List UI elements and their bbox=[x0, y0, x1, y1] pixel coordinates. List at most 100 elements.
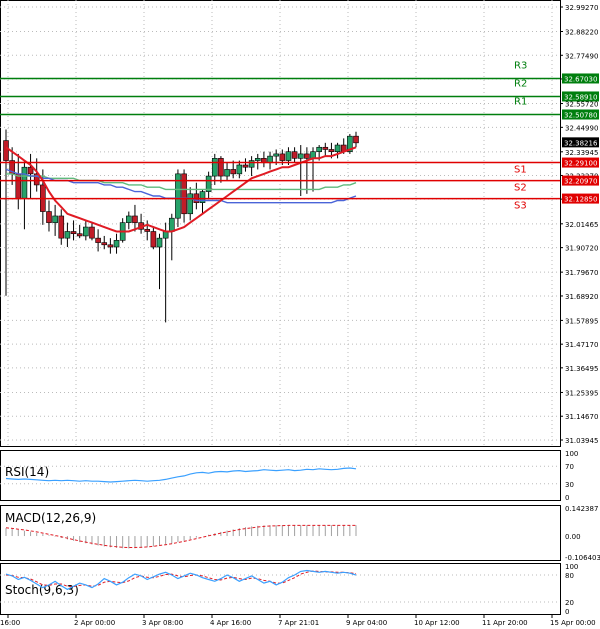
rsi-tick-label: 100 bbox=[565, 450, 578, 458]
candle bbox=[150, 231, 157, 248]
candle bbox=[267, 155, 273, 164]
level-price-label: 32.50780 bbox=[564, 111, 597, 119]
macd-tick-label: 0.142387 bbox=[565, 505, 598, 513]
x-tick-label: 2 Apr 00:00 bbox=[74, 619, 115, 627]
candle bbox=[95, 237, 101, 243]
y-tick-label: 31.25395 bbox=[565, 389, 598, 397]
x-tick-label: 11 Apr 20:00 bbox=[482, 619, 528, 627]
candle bbox=[297, 153, 304, 159]
price-axis: 32.9927032.8822032.7749032.6681032.55720… bbox=[560, 4, 599, 445]
candle bbox=[132, 215, 138, 223]
price-panel: R3 R2 R1 S1 S2 S3 bbox=[0, 0, 561, 447]
y-tick-label: 32.88220 bbox=[565, 28, 598, 36]
rsi-tick-label: 30 bbox=[565, 481, 574, 489]
candle bbox=[291, 151, 298, 159]
candle bbox=[334, 144, 341, 152]
stoch-tick-label: 100 bbox=[565, 563, 578, 571]
y-tick-label: 31.57895 bbox=[565, 317, 598, 325]
y-tick-label: 31.14670 bbox=[565, 413, 598, 421]
candle bbox=[168, 217, 175, 232]
x-tick-label: 3 Apr 08:00 bbox=[142, 619, 183, 627]
candle bbox=[322, 146, 329, 150]
panel-frame bbox=[0, 563, 561, 615]
rsi-line bbox=[5, 467, 357, 483]
y-tick-label: 31.03945 bbox=[565, 437, 598, 445]
level-price-label: 32.20970 bbox=[564, 178, 597, 186]
candle bbox=[254, 158, 261, 161]
x-tick-label: 16:00 bbox=[0, 619, 20, 627]
candle bbox=[144, 228, 151, 232]
stoch-tick-label: 20 bbox=[565, 599, 574, 607]
time-axis: 16:00 2 Apr 00:00 3 Apr 08:00 4 Apr 16:00 7 … bbox=[0, 614, 596, 627]
candle bbox=[211, 158, 218, 177]
level-price-label: 32.29100 bbox=[564, 160, 597, 168]
candle bbox=[187, 193, 194, 215]
candle bbox=[21, 166, 28, 199]
rsi-panel: RSI(14) 100 70 30 0 bbox=[0, 450, 578, 502]
candle bbox=[46, 211, 52, 223]
y-tick-label: 31.79670 bbox=[565, 269, 598, 277]
x-tick-label: 15 Apr 00:00 bbox=[550, 619, 596, 627]
level-name: S1 bbox=[514, 165, 527, 176]
candle bbox=[89, 226, 95, 239]
level-name: S2 bbox=[514, 183, 527, 194]
macd-tick-label: -0.106403 bbox=[565, 554, 600, 562]
stoch-tick-label: 0 bbox=[565, 608, 569, 616]
rsi-tick-label: 70 bbox=[565, 463, 574, 471]
candle bbox=[52, 215, 58, 223]
panel-frame bbox=[0, 450, 561, 501]
candle bbox=[230, 169, 236, 175]
y-tick-label: 31.90720 bbox=[565, 245, 598, 253]
x-tick-label: 10 Apr 12:00 bbox=[414, 619, 460, 627]
candle bbox=[304, 153, 310, 159]
y-tick-label: 32.77490 bbox=[565, 52, 598, 60]
candle bbox=[76, 233, 83, 237]
level-name: R2 bbox=[514, 78, 527, 89]
y-tick-label: 31.68920 bbox=[565, 293, 598, 301]
level-name: S3 bbox=[514, 201, 527, 212]
x-tick-label: 7 Apr 21:01 bbox=[278, 619, 319, 627]
candle bbox=[113, 240, 120, 248]
rsi-label: RSI(14) bbox=[5, 465, 49, 479]
ma-green-line bbox=[6, 173, 357, 191]
candle bbox=[285, 151, 292, 161]
candle bbox=[3, 140, 9, 161]
ma-blue-line bbox=[5, 168, 357, 204]
macd-panel: MACD(12,26,9) 0.142387 0.00 -0.106403 bbox=[0, 505, 600, 562]
candle bbox=[58, 215, 65, 239]
candle bbox=[64, 231, 71, 239]
level-price-label: 32.58910 bbox=[564, 93, 597, 101]
candle bbox=[353, 135, 359, 144]
rsi-tick-label: 0 bbox=[565, 494, 569, 502]
y-tick-label: 31.47170 bbox=[565, 341, 598, 349]
candle bbox=[70, 231, 77, 235]
macd-label: MACD(12,26,9) bbox=[5, 511, 96, 525]
candle bbox=[328, 149, 335, 152]
y-tick-label: 32.99270 bbox=[565, 4, 598, 12]
y-tick-label: 32.55720 bbox=[565, 101, 598, 109]
candle bbox=[156, 237, 163, 248]
macd-tick-label: 0.00 bbox=[565, 533, 581, 541]
y-tick-label: 32.44990 bbox=[565, 124, 598, 132]
trading-chart: R3 R2 R1 S1 S2 S3 RSI(14) 100 70 30 0 MACD(12,26… bbox=[0, 0, 600, 627]
candle bbox=[218, 158, 224, 177]
candle bbox=[224, 169, 230, 177]
candle bbox=[83, 226, 89, 237]
candle bbox=[126, 215, 132, 223]
y-tick-label: 32.01465 bbox=[565, 221, 598, 229]
y-tick-label: 31.36495 bbox=[565, 365, 598, 373]
stoch-panel: Stoch(9,6,3) 10080 200 bbox=[0, 563, 578, 616]
candle bbox=[316, 146, 322, 152]
x-tick-label: 4 Apr 16:00 bbox=[210, 619, 251, 627]
candle bbox=[248, 160, 255, 168]
candle bbox=[242, 164, 249, 168]
candle bbox=[273, 153, 279, 157]
x-tick-label: 9 Apr 04:00 bbox=[346, 619, 387, 627]
current-price-label: 32.38216 bbox=[564, 139, 598, 147]
candle bbox=[15, 173, 22, 199]
macd-signal-line bbox=[5, 524, 356, 548]
level-price-label: 32.67030 bbox=[564, 75, 597, 83]
candle bbox=[101, 242, 108, 246]
level-price-label: 32.12850 bbox=[564, 196, 597, 204]
stoch-tick-label: 80 bbox=[565, 572, 574, 580]
